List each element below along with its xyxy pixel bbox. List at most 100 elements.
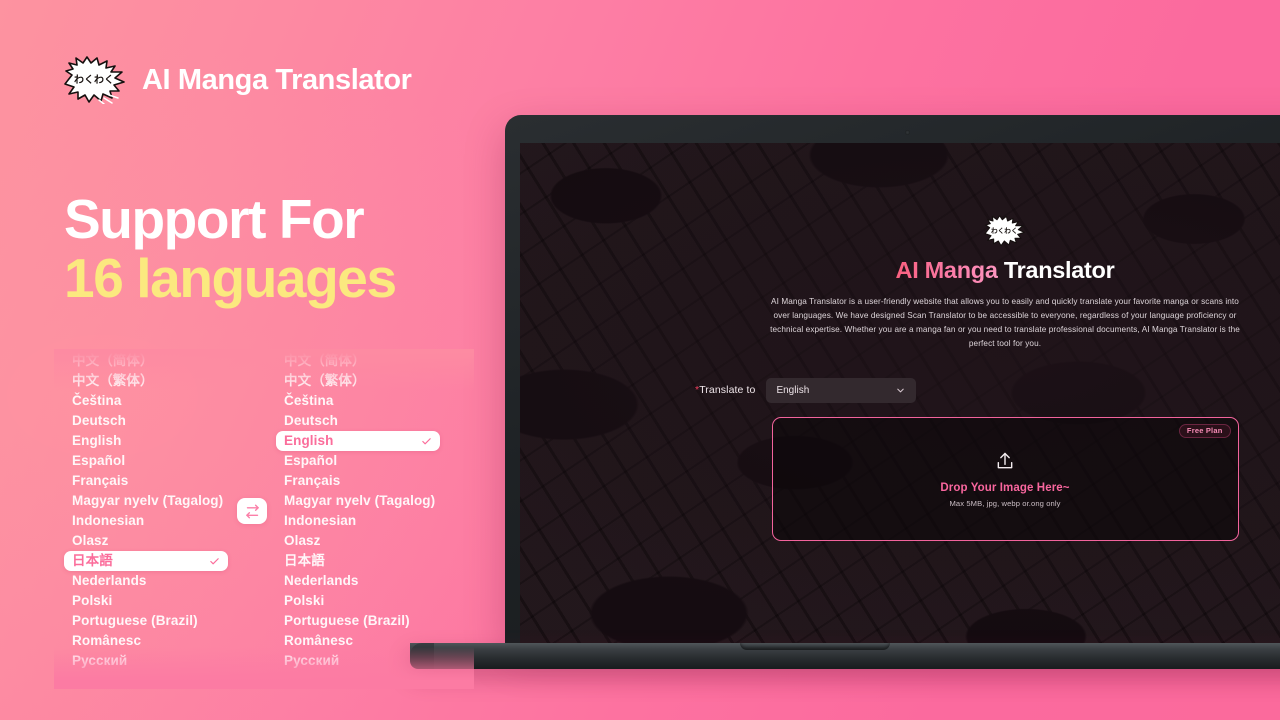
site-manga-burst-logo-icon: わくわく bbox=[984, 215, 1025, 247]
language-option-label: 日本語 bbox=[72, 553, 113, 568]
free-plan-badge: Free Plan bbox=[1178, 423, 1231, 438]
language-option[interactable]: 中文（繁体） bbox=[64, 371, 228, 391]
language-option[interactable]: English bbox=[64, 431, 228, 451]
site-description: AI Manga Translator is a user-friendly w… bbox=[770, 297, 1240, 348]
language-option[interactable]: Español bbox=[276, 451, 440, 471]
language-option[interactable]: Nederlands bbox=[276, 571, 440, 591]
language-option-label: Français bbox=[72, 473, 129, 488]
laptop-base-notch bbox=[740, 643, 890, 650]
laptop-screen: わくわく AI Manga Translator AI Manga Transl… bbox=[520, 143, 1280, 643]
brand-header: わくわく AI Manga Translator bbox=[64, 56, 412, 104]
language-option[interactable]: Magyar nyelv (Tagalog) bbox=[276, 491, 440, 511]
language-option[interactable]: 中文（繁体） bbox=[276, 371, 440, 391]
language-option-label: 中文（繁体） bbox=[72, 373, 154, 388]
chevron-down-icon bbox=[897, 388, 905, 393]
language-option[interactable]: Românesc bbox=[276, 631, 440, 651]
language-option[interactable]: Deutsch bbox=[64, 411, 228, 431]
dropzone-title: Drop Your Image Here~ bbox=[940, 481, 1070, 494]
language-option[interactable]: 日本語 bbox=[64, 551, 228, 571]
language-option[interactable]: Русский bbox=[276, 651, 440, 671]
laptop-mockup: わくわく AI Manga Translator AI Manga Transl… bbox=[410, 115, 1280, 669]
language-option[interactable]: Français bbox=[276, 471, 440, 491]
site-title: AI Manga Translator bbox=[520, 257, 1280, 284]
language-option[interactable]: Polski bbox=[64, 591, 228, 611]
laptop-base bbox=[410, 643, 1280, 669]
site-title-plain: Translator bbox=[997, 257, 1115, 283]
language-option[interactable]: Magyar nyelv (Tagalog) bbox=[64, 491, 228, 511]
webcam-icon bbox=[905, 130, 910, 135]
upload-icon bbox=[997, 452, 1013, 469]
language-option[interactable]: Indonesian bbox=[276, 511, 440, 531]
language-option-label: 日本語 bbox=[284, 553, 325, 568]
language-option-label: Polski bbox=[72, 593, 113, 608]
swap-arrows-icon bbox=[245, 504, 259, 518]
language-option-label: Nederlands bbox=[72, 573, 147, 588]
language-option[interactable]: Русский bbox=[64, 651, 228, 671]
language-option-label: English bbox=[72, 433, 122, 448]
translate-to-row: *Translate to English bbox=[695, 377, 1280, 403]
translate-to-value: English bbox=[776, 384, 810, 396]
source-language-list[interactable]: 中文（简体） 中文（繁体） Čeština Deutsch English Español… bbox=[64, 351, 228, 671]
language-option[interactable]: 中文（简体） bbox=[276, 351, 440, 371]
image-dropzone[interactable]: Free Plan Drop Your Image Here~ Max 5MB,… bbox=[771, 416, 1239, 541]
svg-text:わくわく: わくわく bbox=[991, 227, 1018, 235]
language-option-label: Românesc bbox=[72, 633, 142, 648]
language-option-label: 中文（简体） bbox=[284, 353, 366, 368]
language-option[interactable]: Olasz bbox=[64, 531, 228, 551]
language-option-label: 中文（繁体） bbox=[284, 373, 366, 388]
language-option[interactable]: Deutsch bbox=[276, 411, 440, 431]
language-option-label: Olasz bbox=[284, 533, 321, 548]
language-option[interactable]: English bbox=[276, 431, 440, 451]
website-content: わくわく AI Manga Translator AI Manga Transl… bbox=[520, 143, 1280, 643]
language-option[interactable]: Indonesian bbox=[64, 511, 228, 531]
language-option[interactable]: 中文（简体） bbox=[64, 351, 228, 371]
headline-line-1: Support For bbox=[64, 188, 365, 250]
language-option-label: Русский bbox=[284, 653, 340, 668]
language-option[interactable]: Portuguese (Brazil) bbox=[276, 611, 440, 631]
language-option-label: Indonesian bbox=[72, 513, 145, 528]
hero-headline: Support For 16 languages bbox=[64, 188, 397, 309]
language-option[interactable]: Portuguese (Brazil) bbox=[64, 611, 228, 631]
language-option-label: Portuguese (Brazil) bbox=[284, 613, 410, 628]
language-option-label: Français bbox=[284, 473, 341, 488]
translate-to-select[interactable]: English bbox=[766, 377, 917, 403]
svg-text:わくわく: わくわく bbox=[74, 74, 114, 86]
language-option[interactable]: Românesc bbox=[64, 631, 228, 651]
language-option-label: Indonesian bbox=[284, 513, 357, 528]
language-option[interactable]: Nederlands bbox=[64, 571, 228, 591]
translate-to-label: *Translate to bbox=[695, 384, 755, 396]
language-option-label: Русский bbox=[72, 653, 128, 668]
manga-burst-logo-icon: わくわく bbox=[64, 56, 125, 104]
target-language-list[interactable]: 中文（简体） 中文（繁体） Čeština Deutsch English Español… bbox=[276, 351, 440, 671]
check-icon bbox=[210, 557, 219, 564]
language-option[interactable]: Español bbox=[64, 451, 228, 471]
language-option-label: English bbox=[284, 433, 334, 448]
language-option-label: Čeština bbox=[284, 393, 334, 408]
language-option[interactable]: Čeština bbox=[64, 391, 228, 411]
language-option-label: Magyar nyelv (Tagalog) bbox=[284, 493, 436, 508]
language-option-label: Čeština bbox=[72, 393, 122, 408]
language-option-label: Nederlands bbox=[284, 573, 359, 588]
laptop-lid: わくわく AI Manga Translator AI Manga Transl… bbox=[505, 115, 1280, 643]
language-option[interactable]: 日本語 bbox=[276, 551, 440, 571]
language-option[interactable]: Polski bbox=[276, 591, 440, 611]
swap-languages-button[interactable] bbox=[237, 498, 267, 524]
language-option[interactable]: Olasz bbox=[276, 531, 440, 551]
check-icon bbox=[422, 437, 431, 444]
brand-name: AI Manga Translator bbox=[142, 63, 412, 96]
language-option-label: Deutsch bbox=[284, 413, 338, 428]
language-option[interactable]: Čeština bbox=[276, 391, 440, 411]
language-option-label: Magyar nyelv (Tagalog) bbox=[72, 493, 224, 508]
language-option-label: 中文（简体） bbox=[72, 353, 154, 368]
language-option-label: Olasz bbox=[72, 533, 109, 548]
language-option-label: Portuguese (Brazil) bbox=[72, 613, 198, 628]
site-title-accent: AI Manga bbox=[895, 257, 998, 283]
translate-to-label-text: Translate to bbox=[699, 384, 756, 397]
language-option-label: Deutsch bbox=[72, 413, 126, 428]
dropzone-subtitle: Max 5MB, jpg, webp or.ong only bbox=[949, 498, 1061, 508]
language-option-label: Polski bbox=[284, 593, 325, 608]
language-option-label: Español bbox=[284, 453, 338, 468]
language-option[interactable]: Français bbox=[64, 471, 228, 491]
language-option-label: Español bbox=[72, 453, 126, 468]
headline-line-2: 16 languages bbox=[64, 246, 397, 309]
